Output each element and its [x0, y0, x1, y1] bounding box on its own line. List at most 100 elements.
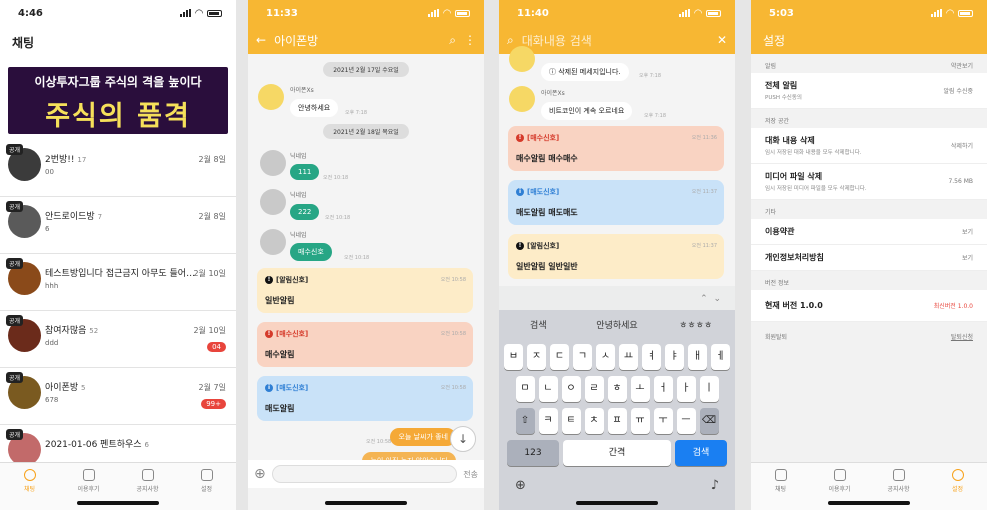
message-bubble[interactable]: 111 — [290, 164, 320, 180]
chat-room-item[interactable]: 공개테스트방입니다 접근금지 아무도 들어… 8 hhh 2월 10일 — [0, 254, 236, 311]
close-icon[interactable]: ✕ — [717, 33, 727, 47]
home-indicator — [325, 501, 407, 505]
chat-search-screen: 11:40 ◠ ⌕ 대화내용 검색 ✕ ⓘ 삭제된 메세지입니다. 오후 7:18… — [499, 0, 735, 510]
alert-icon: ! — [265, 330, 273, 338]
suggestion[interactable]: 검색 — [499, 318, 578, 331]
scroll-down-button[interactable]: ↓ — [450, 426, 476, 452]
tab-chat[interactable]: 채팅 — [751, 463, 810, 510]
signal-card-general[interactable]: ! [알림신호] 일반알림 일반일반 오전 11:37 — [508, 234, 724, 279]
delete-chat-row[interactable]: 대화 내용 삭제 임시 저장된 대화 내용을 모두 삭제합니다. 삭제하기 — [751, 128, 987, 164]
space-key[interactable]: 간격 — [563, 440, 671, 466]
gear-icon — [951, 469, 964, 481]
message-time: 오전 10:18 — [325, 215, 351, 221]
message-time: 오후 7:18 — [345, 110, 368, 116]
microphone-icon[interactable]: ♪ — [711, 478, 719, 493]
chat-room-item[interactable]: 공개 안드로이드방 7 6 2월 8일 — [0, 197, 236, 254]
tos-row[interactable]: 이용약관 보기 — [751, 219, 987, 245]
chat-room-screen: 11:33 ◠ ← 아이폰방 ⌕ ⋮ 2021년 2월 17일 수요일 아이폰Xs… — [248, 0, 484, 510]
key[interactable]: ㅣ — [699, 376, 719, 402]
key[interactable]: ㅐ — [688, 344, 707, 370]
key[interactable]: ㄹ — [584, 376, 604, 402]
key[interactable]: ㅡ — [676, 408, 696, 434]
shift-key[interactable]: ⇧ — [515, 408, 535, 434]
notice-icon — [141, 469, 154, 481]
signal-card-sell[interactable]: i [매도신호] 매도알림 매도매도 오전 11:37 — [508, 180, 724, 225]
key[interactable]: ㅛ — [619, 344, 638, 370]
info-icon: ⓘ — [549, 68, 559, 76]
backspace-key[interactable]: ⌫ — [699, 408, 719, 434]
tab-chat[interactable]: 채팅 — [0, 463, 59, 510]
chevron-up-icon[interactable]: ⌃ — [700, 294, 708, 304]
message-time: 오전 10:58 — [366, 439, 392, 445]
key[interactable]: ㅕ — [642, 344, 661, 370]
suggestion[interactable]: 안녕하세요 — [578, 318, 657, 331]
key[interactable]: ㅠ — [630, 408, 650, 434]
key[interactable]: ㄷ — [550, 344, 569, 370]
key[interactable]: ㅇ — [561, 376, 581, 402]
sender-name: 아이폰Xs — [541, 90, 565, 97]
signal-card-buy[interactable]: ! [매수신호] 매수알림 오전 10:58 — [257, 322, 473, 367]
more-menu-icon[interactable]: ⋮ — [464, 33, 476, 47]
message-bubble[interactable]: 매수신호 — [290, 243, 332, 261]
plus-icon[interactable]: ⊕ — [254, 466, 266, 482]
message-bubble[interactable]: 비트코인이 계속 오르네요 — [541, 102, 633, 120]
key[interactable]: ㅍ — [607, 408, 627, 434]
key[interactable]: ㅜ — [653, 408, 673, 434]
section-notifications: 알림 약관보기 — [765, 61, 973, 70]
public-tag: 공개 — [6, 258, 24, 269]
room-name: 2021-01-06 펜트하우스 6 — [45, 440, 149, 450]
key[interactable]: ㅋ — [538, 408, 558, 434]
signal-card-sell[interactable]: i [매도신호] 매도알림 오전 10:58 — [257, 376, 473, 421]
message-bubble[interactable]: 안녕하세요 — [290, 99, 339, 117]
terms-link[interactable]: 약관보기 — [951, 61, 973, 70]
key[interactable]: ㅅ — [596, 344, 615, 370]
key[interactable]: ㅗ — [630, 376, 650, 402]
numbers-key[interactable]: 123 — [507, 440, 559, 466]
signal-card-general[interactable]: ! [알림신호] 일반알림 오전 10:58 — [257, 268, 473, 313]
key[interactable]: ㅂ — [504, 344, 523, 370]
key[interactable]: ㅁ — [515, 376, 535, 402]
suggestion[interactable]: ㅎㅎㅎㅎ — [656, 318, 735, 331]
last-message: 678 — [45, 396, 59, 404]
privacy-row[interactable]: 개인정보처리방침 보기 — [751, 245, 987, 271]
chat-room-item[interactable]: 공개 2번방!! 17 00 2월 8일 — [0, 140, 236, 197]
push-setting-row[interactable]: 전체 알림 PUSH 수신동의 알림 수신중 — [751, 73, 987, 109]
globe-icon[interactable]: ⊕ — [515, 478, 526, 493]
chat-room-item[interactable]: 공개 참여자많음 52 ddd 2월 10일 04 — [0, 311, 236, 368]
key[interactable]: ㄱ — [573, 344, 592, 370]
room-date: 2월 10일 — [193, 326, 226, 335]
signal-card-buy[interactable]: ! [매수신호] 매수알림 매수매수 오전 11:36 — [508, 126, 724, 171]
search-input[interactable]: 대화내용 검색 — [522, 32, 709, 49]
chevron-down-icon[interactable]: ⌄ — [713, 294, 721, 304]
tab-settings[interactable]: 설정 — [928, 463, 987, 510]
message-composer: ⊕ 전송 — [248, 460, 484, 488]
back-arrow-icon[interactable]: ← — [256, 33, 266, 47]
search-key[interactable]: 검색 — [675, 440, 727, 466]
my-message-bubble[interactable]: 오늘 날씨가 좋네 — [390, 428, 456, 446]
key[interactable]: ㅓ — [653, 376, 673, 402]
room-name: 참여자많음 52 — [45, 326, 99, 336]
message-input[interactable] — [271, 465, 458, 483]
key[interactable]: ㅊ — [584, 408, 604, 434]
message-bubble[interactable]: 222 — [290, 204, 320, 220]
room-name: 아이폰방 5 — [45, 383, 86, 393]
send-button[interactable]: 전송 — [463, 469, 478, 480]
key[interactable]: ㅔ — [711, 344, 730, 370]
promo-banner[interactable]: 이상투자그룹 주식의 격을 높이다 주식의 품격 — [8, 67, 228, 134]
key[interactable]: ㅎ — [607, 376, 627, 402]
message-time: 오후 7:18 — [644, 113, 667, 119]
room-name: 2번방!! 17 — [45, 155, 87, 165]
withdraw-link[interactable]: 탈퇴신청 — [951, 332, 973, 341]
key[interactable]: ㅏ — [676, 376, 696, 402]
key[interactable]: ㅑ — [665, 344, 684, 370]
room-name: 안드로이드방 7 — [45, 212, 103, 222]
sender-name: 닉네임 — [290, 192, 307, 199]
tab-settings[interactable]: 설정 — [177, 463, 236, 510]
delete-media-row[interactable]: 미디어 파일 삭제 임시 저장된 미디어 파일을 모두 삭제합니다. 7.56 MB — [751, 164, 987, 200]
chat-room-item[interactable]: 공개 아이폰방 5 678 2월 7일 99+ — [0, 368, 236, 425]
key[interactable]: ㅌ — [561, 408, 581, 434]
key[interactable]: ㅈ — [527, 344, 546, 370]
search-icon[interactable]: ⌕ — [449, 33, 456, 48]
key[interactable]: ㄴ — [538, 376, 558, 402]
public-tag: 공개 — [6, 144, 24, 155]
